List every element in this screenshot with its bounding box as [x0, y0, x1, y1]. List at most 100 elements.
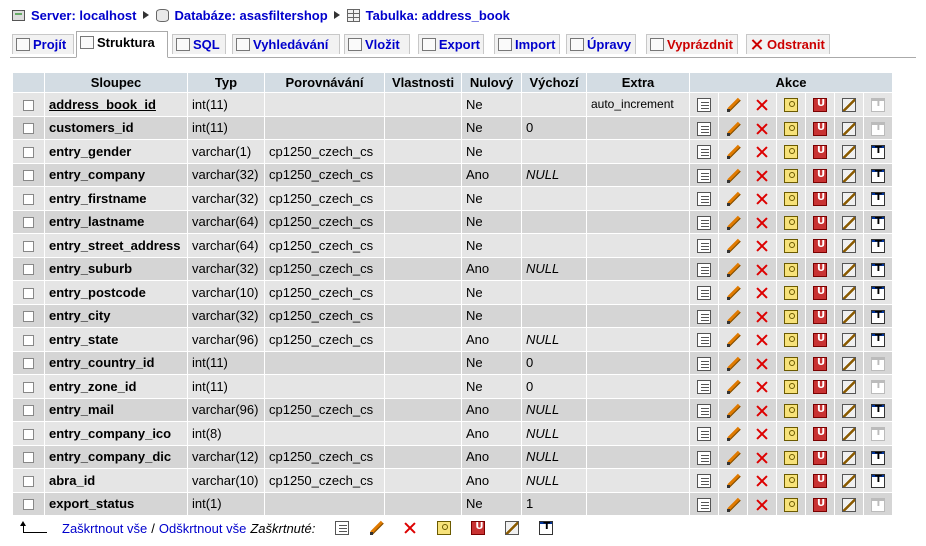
index-icon[interactable] [842, 121, 856, 136]
browse-icon[interactable] [697, 121, 711, 136]
drop-icon[interactable] [755, 169, 769, 183]
unique-icon[interactable] [813, 309, 827, 324]
tab-structure[interactable]: Struktura [76, 31, 168, 58]
edit-icon[interactable] [726, 404, 740, 418]
tab-search[interactable]: Vyhledávání [232, 34, 340, 54]
row-checkbox[interactable] [23, 99, 34, 111]
column-name-cell[interactable]: entry_country_id [45, 351, 187, 374]
primary-key-icon[interactable] [784, 309, 798, 324]
unique-icon[interactable] [813, 427, 827, 442]
drop-icon[interactable] [755, 498, 769, 512]
primary-key-icon[interactable] [784, 333, 798, 348]
edit-icon[interactable] [726, 451, 740, 465]
edit-icon[interactable] [726, 474, 740, 489]
browse-icon[interactable] [697, 356, 711, 371]
row-checkbox[interactable] [23, 193, 34, 205]
edit-icon[interactable] [726, 216, 740, 230]
fulltext-icon[interactable] [871, 427, 885, 442]
primary-key-icon[interactable] [784, 403, 798, 418]
tab-operations[interactable]: Úpravy [566, 34, 636, 54]
edit-icon[interactable] [726, 310, 740, 324]
column-name-cell[interactable]: entry_state [45, 328, 187, 351]
unique-icon[interactable] [813, 497, 827, 512]
index-icon[interactable] [842, 450, 856, 465]
drop-icon[interactable] [755, 263, 769, 277]
drop-icon[interactable] [403, 521, 417, 535]
primary-key-icon[interactable] [784, 192, 798, 207]
browse-icon[interactable] [697, 474, 711, 489]
fulltext-icon[interactable] [871, 262, 885, 277]
fulltext-icon[interactable] [871, 239, 885, 254]
fulltext-icon[interactable] [871, 98, 885, 113]
row-checkbox[interactable] [23, 499, 34, 511]
browse-icon[interactable] [697, 380, 711, 395]
primary-key-icon[interactable] [784, 239, 798, 254]
column-name-cell[interactable]: entry_company_ico [45, 422, 187, 445]
unique-icon[interactable] [813, 145, 827, 160]
row-checkbox[interactable] [23, 381, 34, 393]
fulltext-icon[interactable] [539, 521, 554, 535]
drop-icon[interactable] [755, 474, 769, 488]
index-icon[interactable] [842, 356, 856, 371]
edit-icon[interactable] [726, 427, 740, 442]
edit-icon[interactable] [726, 98, 740, 113]
browse-icon[interactable] [697, 262, 711, 277]
index-icon[interactable] [842, 192, 856, 207]
row-checkbox[interactable] [23, 264, 34, 276]
drop-icon[interactable] [755, 192, 769, 206]
row-checkbox[interactable] [23, 428, 34, 440]
primary-key-icon[interactable] [784, 380, 798, 395]
primary-key-icon[interactable] [784, 474, 798, 489]
column-name-cell[interactable]: customers_id [45, 116, 187, 139]
row-checkbox[interactable] [23, 405, 34, 417]
primary-key-icon[interactable] [437, 521, 452, 535]
fulltext-icon[interactable] [871, 145, 885, 160]
unique-icon[interactable] [813, 333, 827, 348]
index-icon[interactable] [842, 333, 856, 348]
index-icon[interactable] [842, 474, 856, 489]
primary-key-icon[interactable] [784, 262, 798, 277]
unique-icon[interactable] [813, 168, 827, 183]
primary-key-icon[interactable] [784, 286, 798, 301]
browse-icon[interactable] [697, 497, 711, 512]
browse-icon[interactable] [335, 521, 350, 535]
row-checkbox[interactable] [23, 287, 34, 299]
browse-icon[interactable] [697, 239, 711, 254]
index-icon[interactable] [842, 215, 856, 230]
index-icon[interactable] [842, 380, 856, 395]
column-name-cell[interactable]: entry_street_address [45, 234, 187, 257]
row-checkbox[interactable] [23, 123, 34, 135]
index-icon[interactable] [842, 239, 856, 254]
column-name-cell[interactable]: entry_company [45, 163, 187, 186]
unique-icon[interactable] [813, 192, 827, 207]
breadcrumb-server-label[interactable]: Server: localhost [31, 8, 137, 23]
tab-browse[interactable]: Projít [12, 34, 74, 54]
browse-icon[interactable] [697, 309, 711, 324]
index-icon[interactable] [842, 427, 856, 442]
browse-icon[interactable] [697, 333, 711, 348]
edit-icon[interactable] [726, 498, 740, 512]
unique-icon[interactable] [813, 356, 827, 371]
row-checkbox[interactable] [23, 146, 34, 158]
fulltext-icon[interactable] [871, 121, 885, 136]
primary-key-icon[interactable] [784, 497, 798, 512]
edit-icon[interactable] [726, 333, 740, 348]
tab-insert[interactable]: Vložit [344, 34, 410, 54]
browse-icon[interactable] [697, 168, 711, 183]
column-name-cell[interactable]: address_book_id [45, 93, 187, 116]
tab-sql[interactable]: SQL [172, 34, 226, 54]
drop-icon[interactable] [755, 122, 769, 136]
index-icon[interactable] [842, 168, 856, 183]
column-name-cell[interactable]: entry_company_dic [45, 445, 187, 468]
fulltext-icon[interactable] [871, 356, 885, 371]
edit-icon[interactable] [369, 521, 383, 535]
browse-icon[interactable] [697, 427, 711, 442]
fulltext-icon[interactable] [871, 215, 885, 230]
row-checkbox[interactable] [23, 311, 34, 323]
check-all-link[interactable]: Zaškrtnout vše [62, 521, 147, 536]
row-checkbox[interactable] [23, 217, 34, 229]
unique-icon[interactable] [813, 262, 827, 277]
index-icon[interactable] [842, 98, 856, 113]
drop-icon[interactable] [755, 286, 769, 300]
browse-icon[interactable] [697, 450, 711, 465]
